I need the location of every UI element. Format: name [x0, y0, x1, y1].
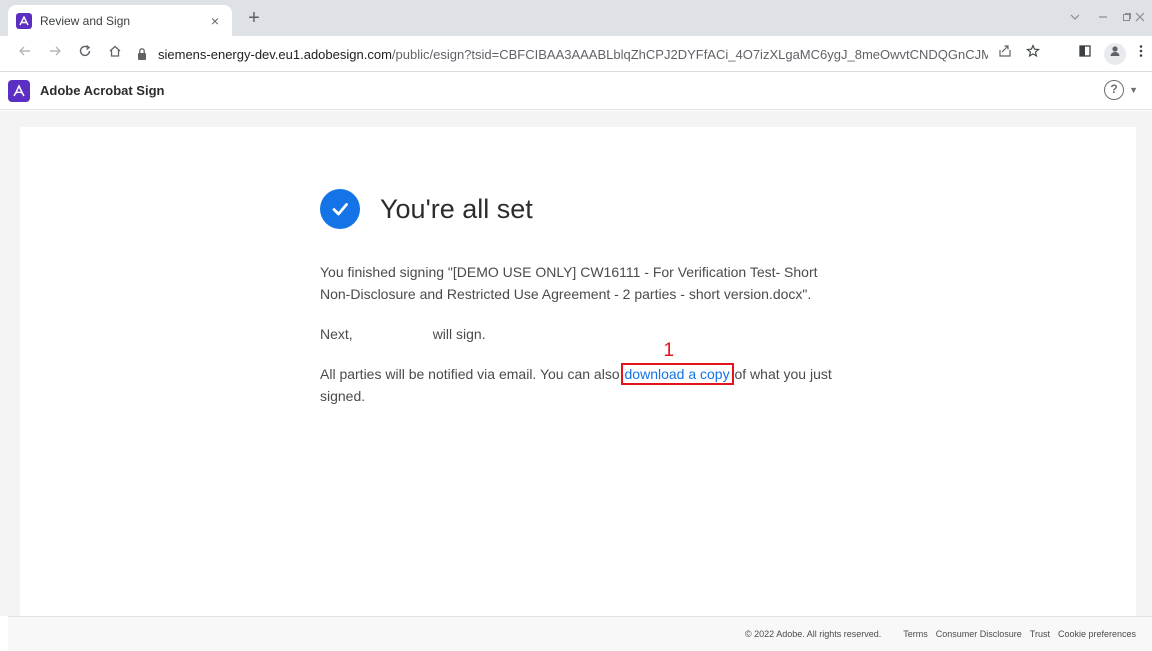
url-host: siemens-energy-dev.eu1.adobesign.com [158, 46, 392, 62]
tab-close-icon[interactable]: × [206, 13, 224, 29]
footer-link-trust[interactable]: Trust [1030, 629, 1050, 639]
footer-link-consumer-disclosure[interactable]: Consumer Disclosure [936, 629, 1022, 639]
help-icon: ? [1104, 80, 1125, 100]
share-icon[interactable] [994, 43, 1016, 65]
forward-icon[interactable] [44, 43, 66, 65]
lock-icon[interactable] [136, 47, 150, 61]
page-footer: © 2022 Adobe. All rights reserved. Terms… [8, 616, 1152, 651]
url-text: siemens-energy-dev.eu1.adobesign.com/pub… [158, 47, 988, 62]
notify-prefix: All parties will be notified via email. … [320, 366, 620, 382]
main-area: You're all set You finished signing "[DE… [0, 111, 1152, 616]
new-tab-button[interactable]: + [242, 7, 266, 31]
annotation-marker: 1 [663, 340, 675, 361]
browser-toolbar: siemens-energy-dev.eu1.adobesign.com/pub… [0, 36, 1152, 72]
reload-icon[interactable] [74, 43, 96, 65]
browser-tab[interactable]: Review and Sign × [8, 5, 232, 36]
checkmark-icon [320, 189, 360, 229]
tab-title: Review and Sign [40, 13, 131, 28]
acrobat-sign-logo-icon [8, 79, 30, 102]
heading-row: You're all set [320, 189, 840, 229]
app-header: Adobe Acrobat Sign ? ▼ [0, 72, 1152, 110]
tab-search-icon[interactable] [1060, 8, 1090, 28]
profile-icon[interactable] [1104, 43, 1126, 65]
next-prefix: Next, [320, 326, 353, 342]
confirmation-card: You're all set You finished signing "[DE… [20, 127, 1136, 616]
footer-link-terms[interactable]: Terms [903, 629, 928, 639]
back-icon[interactable] [14, 43, 36, 65]
kebab-menu-icon[interactable] [1130, 43, 1152, 65]
copyright-text: © 2022 Adobe. All rights reserved. [745, 629, 882, 639]
footer-link-cookie-preferences[interactable]: Cookie preferences [1058, 629, 1136, 639]
address-bar[interactable]: siemens-energy-dev.eu1.adobesign.com/pub… [136, 41, 1044, 67]
acrobat-sign-favicon-icon [16, 12, 32, 29]
caret-down-icon: ▼ [1129, 85, 1138, 95]
close-window-icon[interactable] [1128, 8, 1152, 28]
page-title: You're all set [380, 193, 533, 224]
notification-text: All parties will be notified via email. … [320, 341, 840, 407]
download-copy-link[interactable]: download a copy [620, 363, 734, 385]
confirmation-content: You're all set You finished signing "[DE… [320, 189, 840, 425]
finished-signing-text: You finished signing "[DEMO USE ONLY] CW… [320, 264, 818, 302]
next-suffix: will sign. [432, 326, 486, 342]
app-name: Adobe Acrobat Sign [40, 83, 165, 98]
help-menu-button[interactable]: ? ▼ [1104, 80, 1138, 100]
download-link-wrap: 1 download a copy [620, 341, 734, 385]
browser-tab-strip: Review and Sign × + [0, 0, 1152, 36]
home-icon[interactable] [104, 43, 126, 65]
next-signer-text: Next, will sign. [320, 323, 840, 345]
star-icon[interactable] [1022, 43, 1044, 65]
side-panel-icon[interactable] [1074, 43, 1096, 65]
url-path: /public/esign?tsid=CBFCIBAA3AAABLblqZhCP… [391, 46, 988, 62]
